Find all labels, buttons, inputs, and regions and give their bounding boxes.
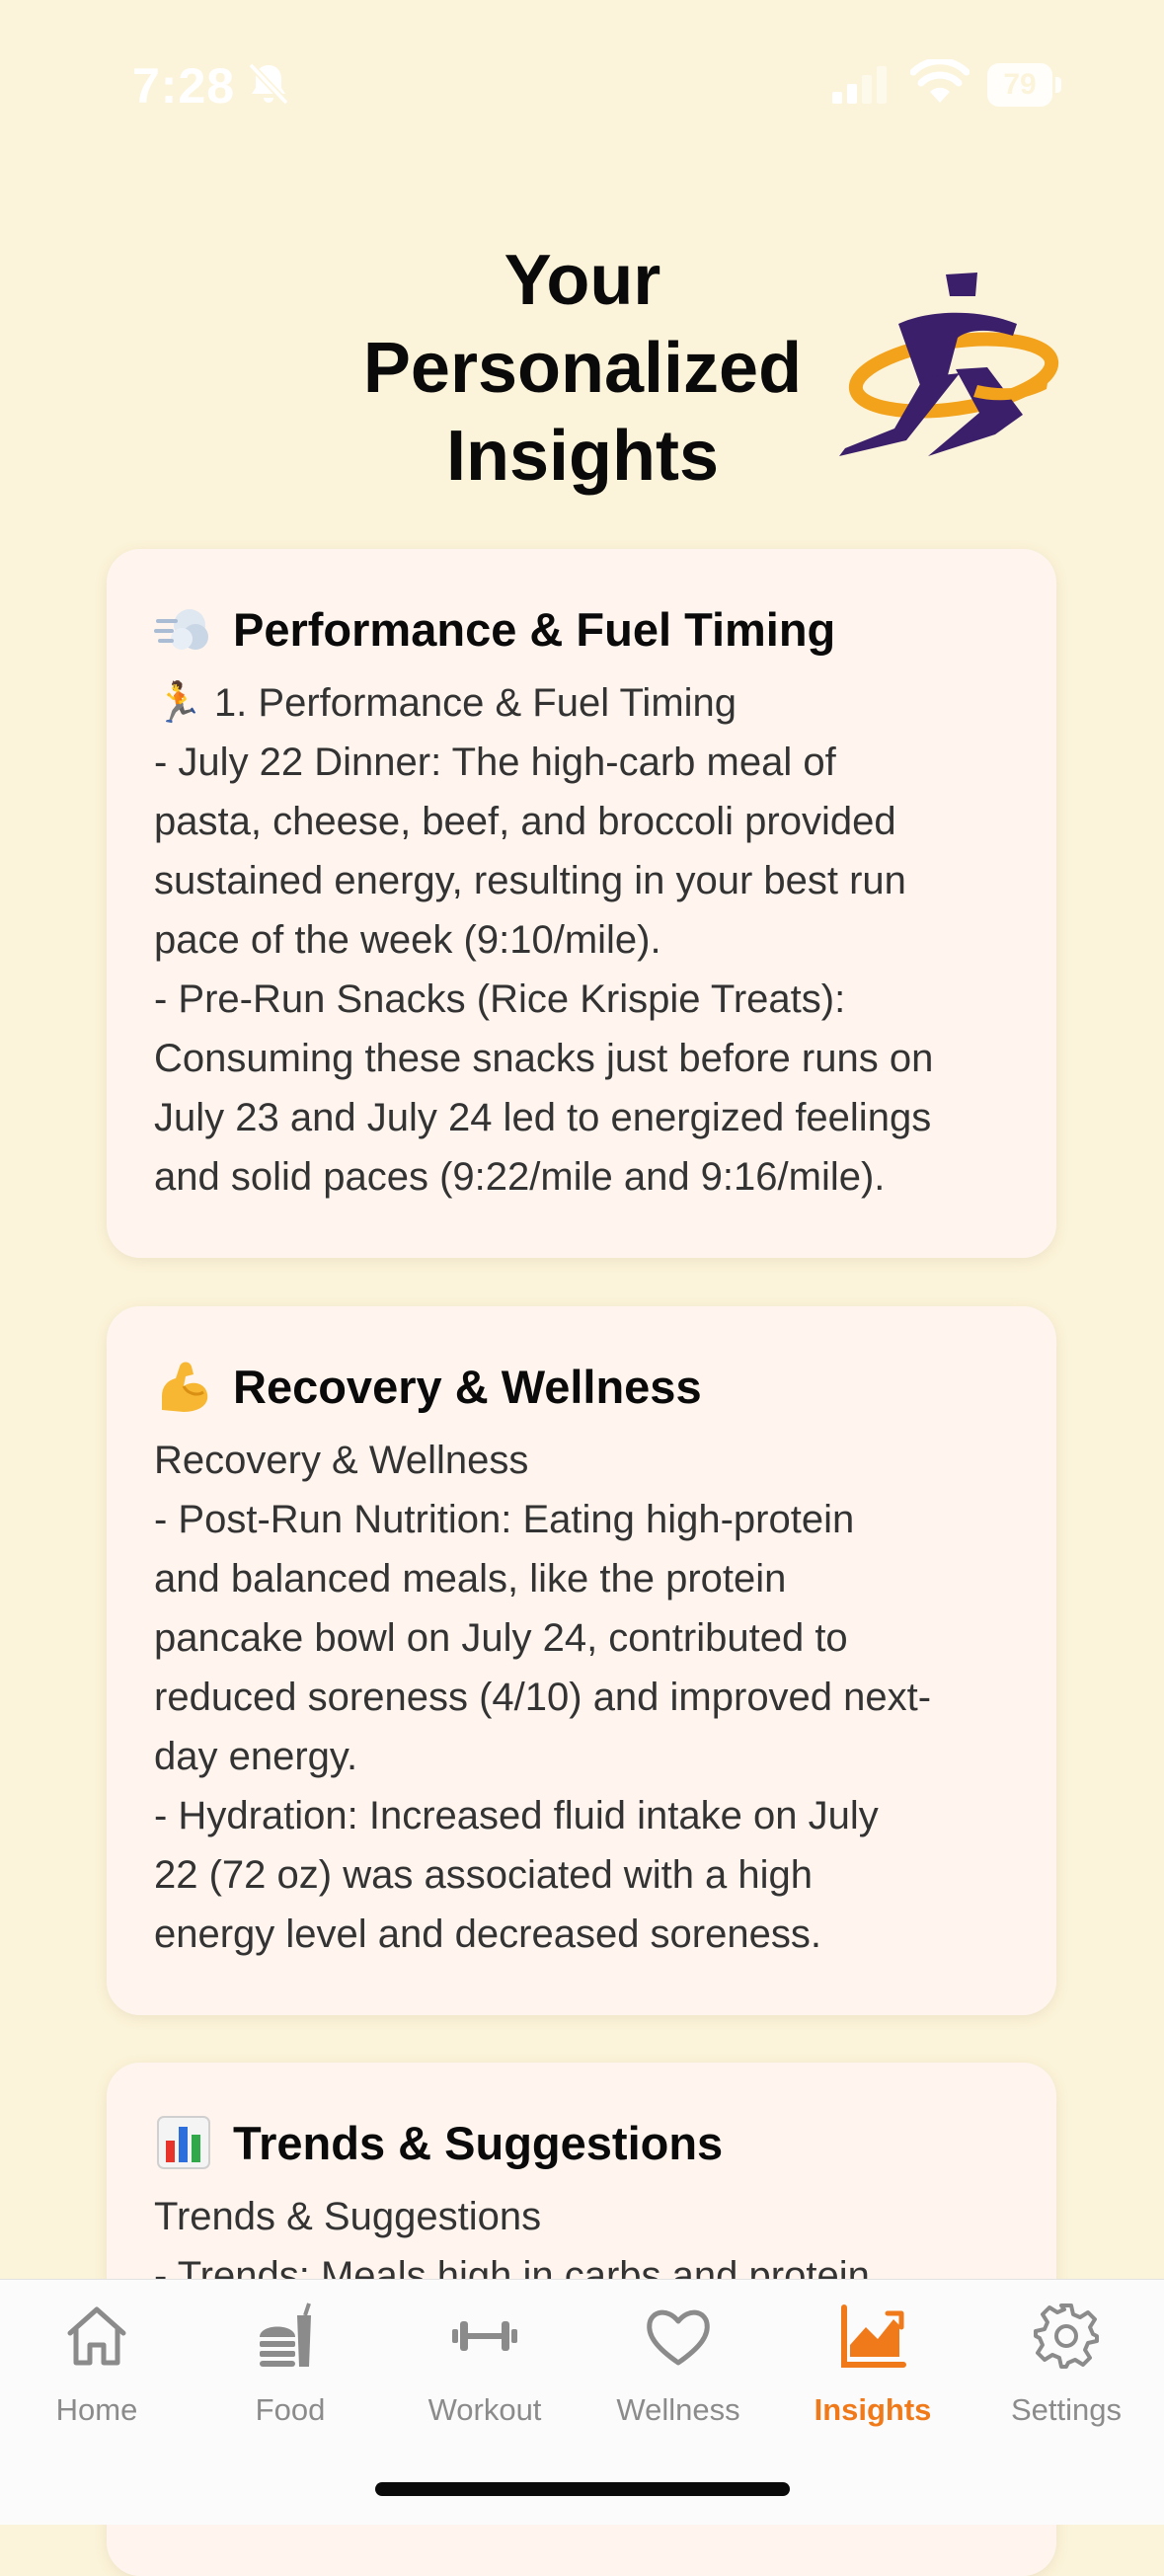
tab-home[interactable]: Home <box>0 2280 194 2428</box>
card-title: Recovery & Wellness <box>233 1360 702 1413</box>
insight-card-recovery: Recovery & Wellness Recovery & Wellness … <box>107 1306 1056 2015</box>
card-line: 🏃 1. Performance & Fuel Timing <box>154 681 737 725</box>
tab-label: Workout <box>427 2392 542 2427</box>
card-line: sustained energy, resulting in your best… <box>154 859 906 902</box>
heart-icon <box>647 2309 710 2366</box>
battery-indicator: 79 <box>987 63 1062 107</box>
card-header: Performance & Fuel Timing <box>154 594 835 664</box>
card-body: Recovery & Wellness - Post-Run Nutrition… <box>154 1431 1023 1964</box>
tab-bar: Home Food Workout Wellness Insights Sett… <box>0 2279 1164 2525</box>
tab-settings[interactable]: Settings <box>970 2280 1163 2428</box>
card-line: pace of the week (9:10/mile). <box>154 918 661 962</box>
card-line: - July 22 Dinner: The high-carb meal of <box>154 741 836 784</box>
wifi-icon <box>910 59 970 103</box>
card-line: day energy. <box>154 1735 358 1778</box>
card-line: Consuming these snacks just before runs … <box>154 1037 934 1080</box>
dumbbell-icon <box>452 2321 517 2351</box>
tab-food[interactable]: Food <box>194 2280 387 2428</box>
card-line: energy level and decreased soreness. <box>154 1912 821 1956</box>
status-time: 7:28 <box>132 58 236 114</box>
cellular-signal-icon <box>832 66 887 104</box>
gear-icon <box>1034 2303 1099 2369</box>
card-line: and balanced meals, like the protein <box>154 1557 787 1600</box>
battery-level: 79 <box>1003 68 1037 101</box>
tab-workout[interactable]: Workout <box>388 2280 582 2428</box>
runner-logo <box>839 273 1059 456</box>
tab-label: Home <box>55 2392 138 2427</box>
tab-label: Settings <box>1010 2392 1122 2427</box>
card-body: 🏃 1. Performance & Fuel Timing - July 22… <box>154 673 1023 1207</box>
tab-label: Insights <box>814 2392 932 2427</box>
card-line: Recovery & Wellness <box>154 1439 529 1482</box>
card-title: Trends & Suggestions <box>233 2116 724 2169</box>
dash-icon <box>154 609 208 650</box>
bar-chart-icon <box>157 2116 210 2169</box>
card-header: Trends & Suggestions <box>154 2108 723 2177</box>
bell-off-icon <box>248 62 289 106</box>
battery-nub <box>1055 77 1061 93</box>
page-title: Your Personalized Insights <box>316 237 849 501</box>
tab-insights[interactable]: Insights <box>776 2280 970 2428</box>
card-line: - Hydration: Increased fluid intake on J… <box>154 1794 879 1837</box>
card-line: - Post-Run Nutrition: Eating high-protei… <box>154 1498 855 1541</box>
status-bar: 7:28 79 <box>0 0 1164 168</box>
card-line: pasta, cheese, beef, and broccoli provid… <box>154 800 896 843</box>
tab-label: Food <box>255 2392 326 2427</box>
card-line: and solid paces (9:22/mile and 9:16/mile… <box>154 1155 886 1199</box>
flexed-biceps-icon <box>162 1362 208 1412</box>
tab-wellness[interactable]: Wellness <box>582 2280 775 2428</box>
card-title: Performance & Fuel Timing <box>233 602 836 656</box>
card-line: reduced soreness (4/10) and improved nex… <box>154 1676 932 1719</box>
page-title-line: Your <box>504 241 661 320</box>
tab-label: Wellness <box>616 2392 740 2427</box>
page-title-line: Insights <box>445 417 719 496</box>
card-line: pancake bowl on July 24, contributed to <box>154 1616 848 1660</box>
card-line: Trends & Suggestions <box>154 2195 542 2238</box>
card-line: 22 (72 oz) was associated with a high <box>154 1853 814 1897</box>
insight-card-performance: Performance & Fuel Timing 🏃 1. Performan… <box>107 549 1056 1258</box>
burger-drink-icon <box>260 2303 311 2367</box>
card-header: Recovery & Wellness <box>154 1352 702 1421</box>
card-line: July 23 and July 24 led to energized fee… <box>154 1096 932 1139</box>
home-indicator[interactable] <box>375 2482 790 2496</box>
home-icon <box>67 2306 126 2366</box>
card-line: - Pre-Run Snacks (Rice Krispie Treats): <box>154 977 846 1021</box>
page-title-line: Personalized <box>362 329 803 408</box>
trend-chart-icon <box>841 2304 906 2368</box>
